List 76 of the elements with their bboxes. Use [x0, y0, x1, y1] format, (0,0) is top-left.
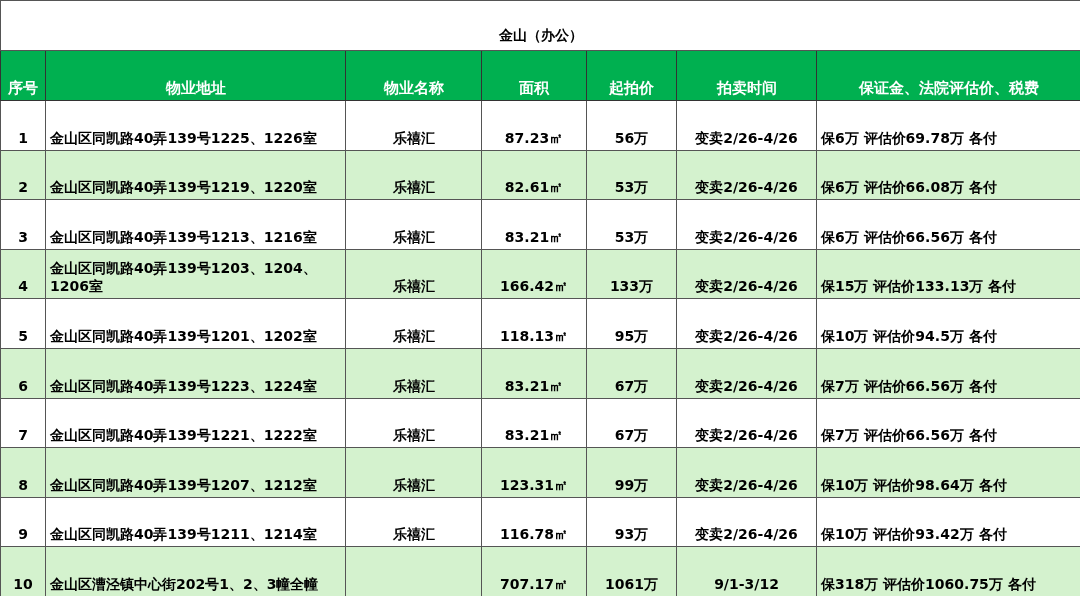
table-cell: 金山区同凯路40弄139号1213、1216室: [50, 228, 317, 245]
table-cell: 82.61㎡: [504, 179, 564, 196]
table-cell: 变卖2/26-4/26: [695, 278, 798, 295]
table-cell: 8: [18, 476, 28, 493]
table-cell: 1: [18, 129, 28, 146]
table-cell: 金山区同凯路40弄139号1225、1226室: [50, 129, 317, 146]
table-cell: 保10万 评估价93.42万 各付: [821, 526, 1007, 543]
table-cell: 保15万 评估价133.13万 各付: [821, 278, 1017, 295]
table-cell: 6: [18, 377, 28, 394]
table-cell: 乐禧汇: [392, 228, 435, 245]
column-header: 拍卖时间: [676, 50, 817, 101]
table-cell: 83.21㎡: [504, 228, 564, 245]
table-cell: 保318万 评估价1060.75万 各付: [821, 576, 1036, 593]
table-cell: 乐禧汇: [392, 278, 435, 295]
table-cell: 123.31㎡: [500, 476, 568, 493]
table-cell: 87.23㎡: [504, 129, 564, 146]
table-cell: 变卖2/26-4/26: [695, 129, 798, 146]
table-cell: 53万: [614, 228, 649, 245]
table-title: 金山（办公）: [0, 0, 1080, 51]
table-cell: 53万: [614, 179, 649, 196]
table-cell: 67万: [614, 377, 649, 394]
table-cell: 保6万 评估价69.78万 各付: [821, 129, 997, 146]
table-cell: 118.13㎡: [500, 328, 568, 345]
table-cell: 保6万 评估价66.08万 各付: [821, 179, 997, 196]
table-cell: 9/1-3/12: [714, 576, 779, 593]
table-cell: 金山区同凯路40弄139号1221、1222室: [50, 427, 317, 444]
table-cell: 1061万: [605, 576, 658, 593]
table-cell: 乐禧汇: [392, 328, 435, 345]
table-cell: 95万: [614, 328, 649, 345]
table-cell: 67万: [614, 427, 649, 444]
table-cell: 116.78㎡: [500, 526, 568, 543]
table-cell: 乐禧汇: [392, 476, 435, 493]
column-header: 序号: [0, 50, 46, 101]
table-cell: 乐禧汇: [392, 427, 435, 444]
table-cell: 83.21㎡: [504, 427, 564, 444]
table-cell: 乐禧汇: [392, 179, 435, 196]
table-cell: 保6万 评估价66.56万 各付: [821, 228, 997, 245]
table-cell: 10: [13, 576, 33, 593]
table-cell: 9: [18, 526, 28, 543]
column-header: 物业名称: [345, 50, 482, 101]
column-header: 起拍价: [586, 50, 677, 101]
table-cell: 变卖2/26-4/26: [695, 228, 798, 245]
table-cell: 83.21㎡: [504, 377, 564, 394]
table-cell: 5: [18, 328, 28, 345]
column-header: 物业地址: [45, 50, 346, 101]
table-cell: 4: [18, 278, 28, 295]
table-cell: 变卖2/26-4/26: [695, 476, 798, 493]
table-cell: 3: [18, 228, 28, 245]
table-cell: 变卖2/26-4/26: [695, 427, 798, 444]
table-cell: 2: [18, 179, 28, 196]
table-cell: 金山区同凯路40弄139号1207、1212室: [50, 476, 317, 493]
table-cell: 变卖2/26-4/26: [695, 526, 798, 543]
table-cell: 变卖2/26-4/26: [695, 328, 798, 345]
table-cell: 7: [18, 427, 28, 444]
table-cell: 保7万 评估价66.56万 各付: [821, 377, 997, 394]
table-cell: 乐禧汇: [392, 377, 435, 394]
table-cell: 金山区同凯路40弄139号1211、1214室: [50, 526, 317, 543]
table-cell: 乐禧汇: [392, 129, 435, 146]
table-cell: 金山区同凯路40弄139号1219、1220室: [50, 179, 317, 196]
table-cell: 707.17㎡: [500, 576, 568, 593]
table-cell: 变卖2/26-4/26: [695, 377, 798, 394]
table-cell: 保10万 评估价98.64万 各付: [821, 476, 1007, 493]
table-cell: 99万: [614, 476, 649, 493]
table-cell: 金山区同凯路40弄139号1201、1202室: [50, 328, 317, 345]
table-cell: 变卖2/26-4/26: [695, 179, 798, 196]
table-cell: 保10万 评估价94.5万 各付: [821, 328, 997, 345]
table-cell: 金山区同凯路40弄139号1203、1204、1206室: [50, 259, 317, 295]
table-cell: 金山区同凯路40弄139号1223、1224室: [50, 377, 317, 394]
table-cell: 133万: [609, 278, 654, 295]
table-cell: 保7万 评估价66.56万 各付: [821, 427, 997, 444]
table-cell: 乐禧汇: [392, 526, 435, 543]
table-cell: 56万: [614, 129, 649, 146]
table-cell: 金山区漕泾镇中心街202号1、2、3幢全幢: [50, 576, 319, 593]
column-header: 面积: [481, 50, 587, 101]
table-cell: 93万: [614, 526, 649, 543]
table-cell: 166.42㎡: [500, 278, 568, 295]
